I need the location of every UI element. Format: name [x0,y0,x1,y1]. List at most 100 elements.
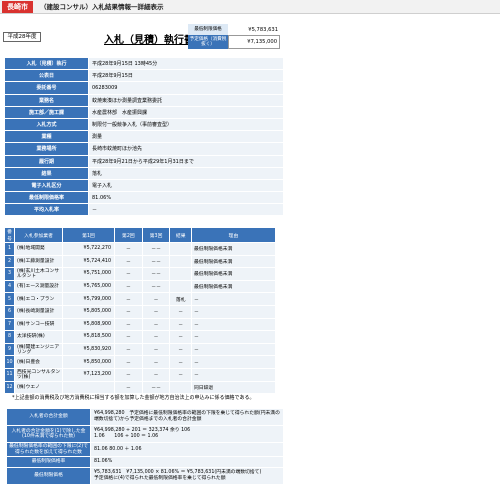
info-value: 平成28年9月15日 [88,69,284,83]
reason-cell: 同日辞退 [190,380,277,395]
table-row: 7 (株)サンコー技研 ¥5,808,900 －－－－ [4,317,277,332]
info-label: 施工部／施工課 [4,105,89,119]
info-value: 測量 [88,130,284,144]
result-cell [169,279,192,294]
row-number: 11 [4,367,15,382]
info-label: 結果 [4,166,89,180]
result-cell [169,380,192,395]
info-label: 平均入札率 [4,203,89,217]
col-round-3: 第3回 [141,227,171,243]
bidder-name: (株)地域開発 [14,242,63,256]
round-1-amount: ¥5,722,270 [62,242,115,256]
reason-cell: － [190,342,277,357]
min-limit-value: ¥5,783,631 [248,26,278,33]
round-3-amount: － [141,304,171,319]
table-row: 12 (株)ウエノ －－－ 同日辞退 [4,380,277,395]
info-row: 電子入札区分 電子入札 [4,178,284,193]
reason-cell: 最低制限価格未満 [190,254,277,269]
info-row: 業種 測量 [4,130,284,144]
calc-label: 最低制限価格 [6,467,91,485]
round-3-amount: － [141,292,171,306]
col-round-2: 第2回 [114,227,143,243]
calc-value: 81.06 80.00 ＋ 1.06 [90,442,284,457]
estimated-price-row: 予定価格（消費税抜く） ¥7,135,000 [188,35,280,49]
result-cell: － [169,317,192,332]
row-number: 10 [4,355,15,369]
row-number: 12 [4,380,15,395]
calc-line: ¥64,998,280 予定価格に最低制限価格率の範囲の下限を乗じて得られた額(… [94,411,280,422]
info-value: 平成28年9月15日 13時45分 [88,56,284,71]
round-3-amount: －－ [141,267,171,281]
table-row: 2 (株)工藤測量設計 ¥5,724,410 －－－ 最低制限価格未満 [4,254,277,269]
info-value: － [88,203,284,217]
info-row: 結果 落札 [4,166,284,180]
calc-label: 入札者の合計金額を(1)で除した金(10件未満で得られた数) [6,425,91,443]
round-1-amount: ¥5,724,410 [62,254,115,269]
calc-row: 入札者の合計金額を(1)で除した金(10件未満で得られた数) ¥64,998,28… [6,425,284,443]
round-1-amount: ¥5,765,000 [62,279,115,294]
bidder-name: (株)日豊会 [14,355,63,369]
reason-cell: － [190,317,277,332]
info-label: 公表日 [4,69,89,83]
table-row: 8 太洋技研(株) ¥5,818,500 －－－－ [4,330,277,344]
row-number: 1 [4,242,15,256]
calc-row: 最低制限価格率の範囲の下限に(2)で得られた数を加えて得られた数 81.06 80… [6,442,284,457]
reason-cell: 最低制限価格未満 [190,279,277,294]
round-1-amount: ¥5,830,920 [62,342,115,357]
round-1-amount: ¥5,818,500 [62,330,115,344]
calc-label: 最低制限価格率の範囲の下限に(2)で得られた数を加えて得られた数 [6,442,91,457]
round-1-amount [62,380,115,395]
table-row: 6 (株)長崎測量設計 ¥5,805,000 －－－－ [4,304,277,319]
round-2-amount: － [114,317,143,332]
bidder-name: (株)開建エンジニアリング [14,342,63,357]
round-3-amount: －－ [141,242,171,256]
row-number: 3 [4,267,15,281]
info-label: 業種 [4,130,89,144]
min-limit-row: 最低制限価格 ¥5,783,631 [188,24,280,35]
result-cell: － [169,342,192,357]
round-1-amount: ¥5,850,000 [62,355,115,369]
bidder-name: (株)工藤測量設計 [14,254,63,269]
round-2-amount: － [114,304,143,319]
document-heading: 入札（見積）執行書 [104,35,194,46]
round-3-amount: － [141,355,171,369]
calc-line: 予定価格に(4)で得られた最低制限価格率を乗じて得られた額 [94,476,226,481]
table-row: 11 西技光コンサルタンツ(株) ¥7,123,200 －－－－ [4,367,277,382]
result-cell: － [169,330,192,344]
calc-value: ¥64,998,280 予定価格に最低制限価格率の範囲の下限を乗じて得られた額(… [90,408,284,426]
round-1-amount: ¥5,808,900 [62,317,115,332]
bid-header-row: 番号 入札参加業者 第1回 第2回 第3回 結果 理由 [4,227,277,243]
bidder-name: 太洋技研(株) [14,330,63,344]
row-number: 8 [4,330,15,344]
round-2-amount: － [114,342,143,357]
city-badge[interactable]: 長崎市 [2,1,33,13]
info-value: 長崎市蚊焼町ほか池先 [88,142,284,156]
bidder-name: (株)玄川土木コンサルタント [14,267,63,281]
table-row: 5 (株)エコ・プラン ¥5,799,000 －－落札－ [4,292,277,306]
info-value: 06283009 [88,81,284,95]
info-row: 入札方式 制限付一般競争入札（事前審査型） [4,117,284,132]
col-reason: 理由 [190,227,277,243]
calc-row: 最低制限価格率 81.06% [6,456,284,468]
result-cell: － [169,355,192,369]
round-2-amount: － [114,355,143,369]
row-number: 6 [4,304,15,319]
round-2-amount: － [114,330,143,344]
round-3-amount: － [141,367,171,382]
table-row: 4 (有)エース測量設計 ¥5,765,000 －－－ 最低制限価格未満 [4,279,277,294]
reason-cell: － [190,355,277,369]
round-2-amount: － [114,254,143,269]
tax-note: *上記金額の消費税及び地方消費税に相当する額を加算した金額が地方自治法上の申込み… [12,395,255,401]
row-number: 7 [4,317,15,332]
col-result: 結果 [169,227,192,243]
reason-cell: － [190,330,277,344]
info-row: 業務名 蚊焼東湊ほか測量調査業務委託 [4,93,284,107]
info-row: 最低制限価格率 81.06% [4,191,284,205]
reason-cell: － [190,292,277,306]
result-cell [169,242,192,256]
result-cell: － [169,367,192,382]
bidder-name: (株)エコ・プラン [14,292,63,306]
table-row: 10 (株)日豊会 ¥5,850,000 －－－－ [4,355,277,369]
estimated-price-value: ¥7,135,000 [228,35,280,49]
round-2-amount: － [114,367,143,382]
